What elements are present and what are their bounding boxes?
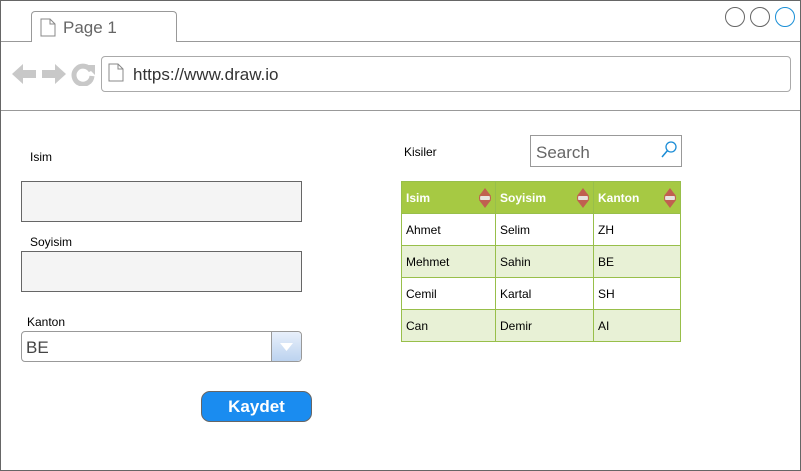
cell-canton: AI xyxy=(593,309,681,342)
name-label: Isim xyxy=(30,150,52,164)
tab-page-1[interactable]: Page 1 xyxy=(31,11,177,42)
cell-canton: ZH xyxy=(593,213,681,246)
browser-window: Page 1 https://www.draw.io Isim Soyisim … xyxy=(0,0,801,471)
save-button[interactable]: Kaydet xyxy=(201,391,312,422)
table-row[interactable]: Can Demir AI xyxy=(401,309,681,342)
cell-canton: SH xyxy=(593,277,681,310)
canton-label: Kanton xyxy=(27,315,66,329)
column-header-canton[interactable]: Kanton xyxy=(593,181,681,214)
column-header-label: Kanton xyxy=(598,190,640,205)
canton-selected-value: BE xyxy=(26,338,49,357)
people-title: Kisiler xyxy=(404,145,437,159)
sort-icon[interactable] xyxy=(664,188,676,211)
cell-surname: Kartal xyxy=(495,277,594,310)
column-header-label: Isim xyxy=(406,190,431,205)
close-button[interactable] xyxy=(775,7,795,27)
cell-name: Mehmet xyxy=(401,245,496,278)
cell-name: Can xyxy=(401,309,496,342)
surname-field[interactable] xyxy=(21,251,302,292)
sort-icon[interactable] xyxy=(577,188,589,211)
people-table: Isim Soyisim Kanton Ahmet Selim ZH Mehme… xyxy=(401,181,681,342)
page-icon xyxy=(108,63,124,87)
table-row[interactable]: Mehmet Sahin BE xyxy=(401,245,681,278)
tab-bar: Page 1 xyxy=(1,1,800,42)
table-row[interactable]: Ahmet Selim ZH xyxy=(401,213,681,246)
tab-label: Page 1 xyxy=(63,18,117,37)
search-icon[interactable] xyxy=(660,140,678,165)
sort-icon[interactable] xyxy=(479,188,491,211)
cell-name: Ahmet xyxy=(401,213,496,246)
table-row[interactable]: Cemil Kartal SH xyxy=(401,277,681,310)
navigation-bar: https://www.draw.io xyxy=(1,42,800,111)
maximize-button[interactable] xyxy=(750,7,770,27)
column-header-name[interactable]: Isim xyxy=(401,181,496,214)
cell-name: Cemil xyxy=(401,277,496,310)
table-header-row: Isim Soyisim Kanton xyxy=(401,181,681,214)
name-field[interactable] xyxy=(21,181,302,222)
back-arrow-icon[interactable] xyxy=(11,62,37,91)
search-placeholder: Search xyxy=(536,143,590,162)
cell-surname: Sahin xyxy=(495,245,594,278)
minimize-button[interactable] xyxy=(725,7,745,27)
refresh-icon[interactable] xyxy=(71,62,95,91)
column-header-surname[interactable]: Soyisim xyxy=(495,181,594,214)
address-bar[interactable]: https://www.draw.io xyxy=(101,56,791,92)
search-box[interactable]: Search xyxy=(530,135,682,167)
cell-canton: BE xyxy=(593,245,681,278)
cell-surname: Selim xyxy=(495,213,594,246)
column-header-label: Soyisim xyxy=(500,190,547,205)
surname-label: Soyisim xyxy=(30,235,73,249)
document-icon xyxy=(40,18,56,42)
chevron-down-icon[interactable] xyxy=(271,332,301,361)
cell-surname: Demir xyxy=(495,309,594,342)
url-text: https://www.draw.io xyxy=(133,65,279,84)
forward-arrow-icon[interactable] xyxy=(41,62,67,91)
canton-select[interactable]: BE xyxy=(21,331,302,362)
